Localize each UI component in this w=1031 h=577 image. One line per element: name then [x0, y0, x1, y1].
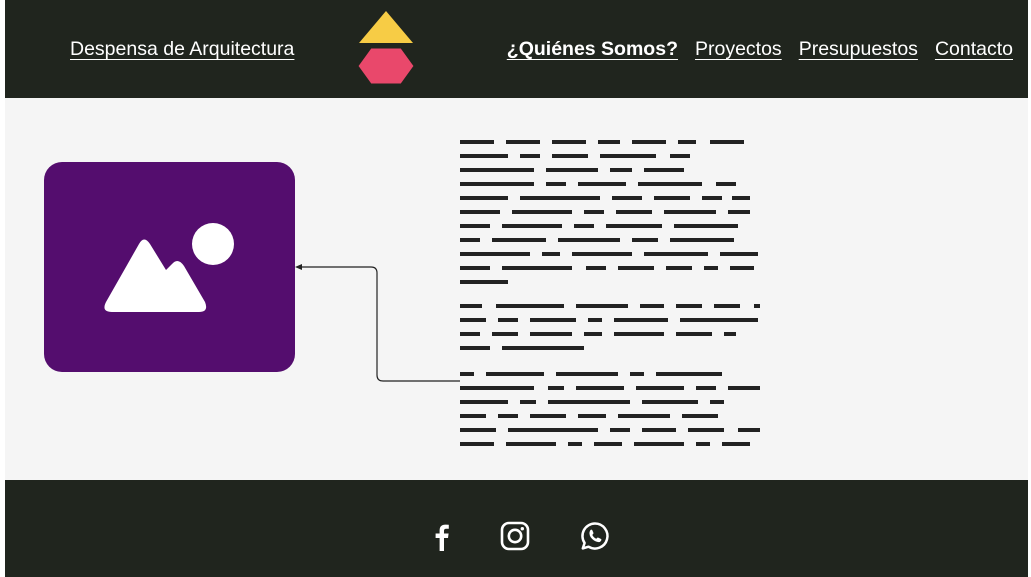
brand-link[interactable]: Despensa de Arquitectura [70, 38, 294, 61]
logo-triangle [359, 11, 413, 43]
nav-contacto[interactable]: Contacto [935, 38, 1013, 61]
nav-quienes-somos[interactable]: ¿Quiénes Somos? [507, 38, 678, 61]
logo-hexagon [357, 47, 415, 85]
facebook-icon[interactable] [426, 520, 458, 552]
nav-presupuestos[interactable]: Presupuestos [799, 38, 918, 61]
page: Despensa de Arquitectura ¿Quiénes Somos?… [5, 0, 1028, 577]
main-content [5, 98, 1028, 480]
nav-proyectos[interactable]: Proyectos [695, 38, 782, 61]
logo[interactable] [356, 11, 416, 86]
site-footer [5, 480, 1028, 577]
main-nav: ¿Quiénes Somos? Proyectos Presupuestos C… [490, 38, 1013, 61]
redacted-text-block [460, 140, 760, 446]
instagram-icon[interactable] [499, 520, 531, 552]
whatsapp-icon[interactable] [579, 520, 611, 552]
site-header: Despensa de Arquitectura ¿Quiénes Somos?… [5, 0, 1028, 98]
